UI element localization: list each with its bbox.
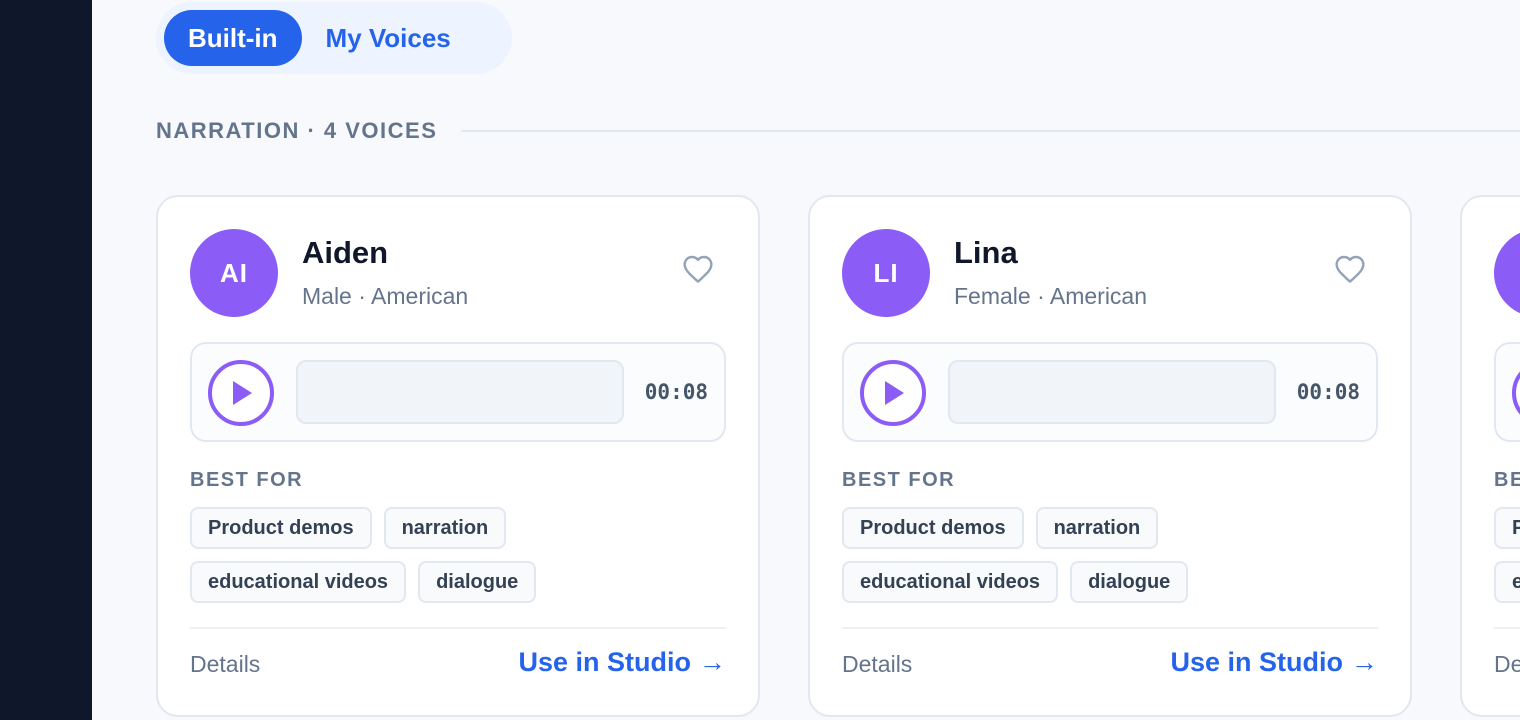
section-divider (461, 130, 1520, 132)
tag: dialogue (418, 561, 537, 603)
favorite-button[interactable] (678, 249, 718, 289)
voice-card: AI Aiden Male · American 00:08 BEST FOR … (156, 195, 760, 717)
duration: 00:08 (1296, 380, 1360, 404)
waveform[interactable] (948, 360, 1276, 424)
section-header: NARRATION · 4 VOICES (156, 116, 1520, 146)
duration: 00:08 (644, 380, 708, 404)
tag-list: Product demos narration educational vide… (842, 507, 1282, 603)
play-button[interactable] (208, 360, 274, 426)
tag: narration (1035, 507, 1159, 549)
voice-card: LI Lina Female · American 00:08 BEST FOR… (808, 195, 1412, 717)
use-in-studio-link[interactable]: Use in Studio → (1170, 647, 1378, 678)
use-in-studio-link[interactable]: Use in Studio → (518, 647, 726, 678)
arrow-right-icon: → (699, 647, 726, 677)
tag-list: Product demos narration educational vide… (190, 507, 630, 603)
voice-name: Lina (954, 235, 1018, 270)
voice-source-toggle: Built-in My Voices (156, 2, 512, 74)
avatar: LI (842, 229, 930, 317)
avatar: AI (190, 229, 278, 317)
play-icon (885, 381, 904, 405)
tab-my-voices[interactable]: My Voices (302, 10, 475, 66)
best-for-label: BE (1494, 469, 1520, 491)
tag: e (1494, 561, 1520, 603)
section-title: NARRATION · 4 VOICES (156, 118, 438, 143)
card-divider (190, 627, 726, 629)
voice-name: Aiden (302, 235, 389, 270)
tag: educational videos (190, 561, 407, 603)
favorite-button[interactable] (1330, 249, 1370, 289)
main-content: Built-in My Voices NARRATION · 4 VOICES … (92, 0, 1520, 720)
arrow-right-icon: → (1351, 647, 1378, 677)
tag: educational videos (842, 561, 1059, 603)
audio-player: 00:08 (842, 342, 1378, 442)
best-for-label: BEST FOR (190, 469, 304, 491)
tag: Product demos (190, 507, 372, 549)
tag: Product demos (842, 507, 1024, 549)
tag: dialogue (1070, 561, 1189, 603)
play-button[interactable] (1512, 360, 1520, 426)
audio-player (1494, 342, 1520, 442)
card-divider (1494, 627, 1520, 629)
details-link[interactable]: Details (190, 651, 260, 678)
details-link[interactable]: Details (842, 651, 912, 678)
heart-icon (1335, 255, 1365, 283)
play-button[interactable] (860, 360, 926, 426)
audio-player: 00:08 (190, 342, 726, 442)
voice-meta: Female · American (954, 283, 1148, 309)
tag-list: P e (1494, 507, 1520, 603)
voice-meta: Male · American (302, 283, 469, 309)
best-for-label: BEST FOR (842, 469, 956, 491)
tag: P (1494, 507, 1520, 549)
sidebar (0, 0, 92, 720)
waveform[interactable] (296, 360, 624, 424)
avatar (1494, 229, 1520, 317)
card-divider (842, 627, 1378, 629)
tab-built-in[interactable]: Built-in (164, 10, 302, 66)
use-in-studio-label: Use in Studio (518, 647, 691, 677)
tag: narration (383, 507, 507, 549)
play-icon (233, 381, 252, 405)
details-link[interactable]: De (1494, 651, 1520, 678)
use-in-studio-label: Use in Studio (1170, 647, 1343, 677)
voice-card: BE P e De (1460, 195, 1520, 717)
heart-icon (683, 255, 713, 283)
